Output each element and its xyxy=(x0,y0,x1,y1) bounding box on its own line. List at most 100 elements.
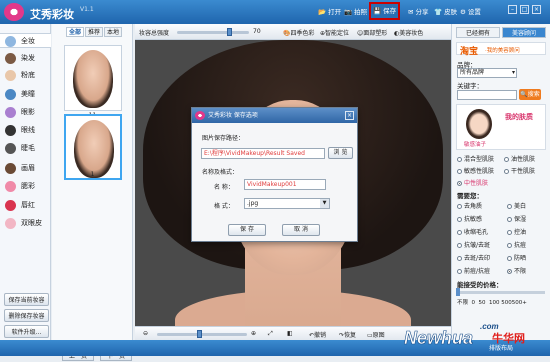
strength-slider-knob[interactable] xyxy=(227,28,232,36)
minimize-icon[interactable]: – xyxy=(508,5,517,14)
zoom-slider-knob[interactable] xyxy=(197,330,202,338)
taobao-logo: 淘宝 xyxy=(460,47,479,57)
fit-window-icon[interactable]: ⤢ xyxy=(268,330,273,338)
settings-button[interactable]: ⚙ 设置 xyxy=(460,5,481,19)
sidebar-item-eyeshadow[interactable]: 眼影 xyxy=(0,105,51,120)
tab-owned[interactable]: 已经拥有 xyxy=(456,27,500,38)
format-select[interactable]: .jpg ▼ xyxy=(244,198,330,209)
needs-label: 需要您： xyxy=(457,192,483,200)
strength-slider[interactable] xyxy=(177,28,249,36)
restore-button[interactable]: ↷恢复 xyxy=(339,330,356,339)
category-sidebar: 全妆 染发 粉底 美瞳 眼影 眼线 睫毛 画眉 腮彩 唇红 双眼皮 保存当前妆容… xyxy=(0,24,51,356)
brand-select[interactable]: 所有品牌 ▾ xyxy=(457,68,517,78)
need-radio[interactable]: 去斑/去印 xyxy=(457,253,490,262)
need-radio[interactable]: 控油 xyxy=(507,227,526,236)
delete-saved-makeup-button[interactable]: 删除保存妆容 xyxy=(4,309,49,322)
skin-type-radio[interactable]: 油性肌肤 xyxy=(504,154,535,163)
sidebar-item-foundation[interactable]: 粉底 xyxy=(0,68,51,83)
double-eyelid-icon xyxy=(5,218,16,229)
smart-locate-button[interactable]: ⊕智能定位 xyxy=(320,28,349,37)
upgrade-button[interactable]: 软件升级... xyxy=(4,325,49,338)
sidebar-item-eyebrow[interactable]: 画眉 xyxy=(0,161,51,176)
need-radio[interactable]: 前痘/抗痘 xyxy=(457,266,490,275)
sidebar-item-blush[interactable]: 腮彩 xyxy=(0,179,51,194)
radio-icon xyxy=(507,256,512,261)
need-radio[interactable]: 去角质 xyxy=(457,201,482,210)
need-radio[interactable]: 美白 xyxy=(507,201,526,210)
need-radio-selected[interactable]: 不限 xyxy=(507,266,526,275)
dialog-cancel-button[interactable]: 取 消 xyxy=(282,224,320,236)
take-photo-button[interactable]: 📷 拍照 xyxy=(344,5,367,19)
face-shape-button[interactable]: ☺面部塑形 xyxy=(357,28,387,37)
strength-label: 妆容总强度 xyxy=(139,30,170,37)
sidebar-item-double-eyelid[interactable]: 双眼皮 xyxy=(0,216,51,231)
avatar xyxy=(466,109,492,139)
radio-icon xyxy=(457,269,462,274)
need-radio[interactable]: 防晒 xyxy=(507,253,526,262)
price-slider-knob[interactable] xyxy=(456,288,460,296)
need-radio[interactable]: 抗痘 xyxy=(507,240,526,249)
template-number: 1 xyxy=(90,171,95,178)
hair-dye-icon xyxy=(5,53,16,64)
tab-beauty-advisor[interactable]: 美容顾问 xyxy=(502,27,546,38)
sidebar-item-contact-lens[interactable]: 美瞳 xyxy=(0,87,51,102)
zoom-slider[interactable] xyxy=(157,330,247,338)
name-format-label: 名称及格式： xyxy=(202,169,239,176)
dialog-title-bar: 艾秀彩妆 保存选项 × xyxy=(192,108,357,123)
sidebar-item-lipstick[interactable]: 唇红 xyxy=(0,198,51,213)
radio-icon xyxy=(507,217,512,222)
undo-button[interactable]: ↶撤销 xyxy=(309,330,326,339)
file-name-field[interactable]: VividMakeup001 xyxy=(244,179,326,190)
skin-button[interactable]: 👕 皮肤 xyxy=(434,5,457,19)
skin-type-radio[interactable]: 敏感性肌肤 xyxy=(457,166,494,175)
search-button[interactable]: 🔍搜索 xyxy=(519,89,541,100)
radio-icon xyxy=(457,230,462,235)
beauty-advisor-panel: 已经拥有 美容顾问 淘宝 ·我的美容顾问 品牌： 所有品牌 ▾ 关键字： 🔍搜索 … xyxy=(451,24,550,340)
zoom-in-icon[interactable]: ⊕ xyxy=(251,330,256,337)
need-radio[interactable]: 抗敏感 xyxy=(457,214,482,223)
original-image-button[interactable]: ▭原图 xyxy=(367,330,385,339)
template-thumbnail[interactable] xyxy=(64,45,122,111)
template-list: 全部 推荐 本地 11 1 上一页 下一页 xyxy=(52,24,133,361)
title-bar: 艾秀彩妆 V1.1 📂 打开 📷 拍照 💾 保存 ✉ 分享 👕 皮肤 ⚙ 设置 … xyxy=(0,0,550,24)
save-current-makeup-button[interactable]: 保存当前妆容 xyxy=(4,293,49,306)
dialog-close-icon[interactable]: × xyxy=(345,111,354,120)
tab-local[interactable]: 本地 xyxy=(104,27,122,37)
skin-type-radio[interactable]: 混合型肌肤 xyxy=(457,154,494,163)
need-radio[interactable]: 保湿 xyxy=(507,214,526,223)
price-label: 能接受的价格： xyxy=(457,281,503,289)
save-path-field[interactable]: E:\程序\VividMakeup\Result Saved xyxy=(201,148,325,159)
skin-profile-card: 敏感油子 我的肤质 xyxy=(456,104,546,150)
radio-checked-icon xyxy=(457,181,462,186)
sidebar-item-full-makeup[interactable]: 全妆 xyxy=(0,33,51,48)
keyword-input[interactable] xyxy=(457,90,517,100)
skin-type-radio-selected[interactable]: 中性肌肤 xyxy=(457,178,488,187)
eyeshadow-icon xyxy=(5,107,16,118)
tab-all[interactable]: 全部 xyxy=(66,27,84,37)
sidebar-item-eyelash[interactable]: 睫毛 xyxy=(0,141,51,156)
need-radio[interactable]: 抗皱/去斑 xyxy=(457,240,490,249)
open-button[interactable]: 📂 打开 xyxy=(318,5,341,19)
sidebar-item-eyeliner[interactable]: 眼线 xyxy=(0,123,51,138)
zoom-out-icon[interactable]: ⊖ xyxy=(143,330,148,337)
template-face-image xyxy=(74,120,114,178)
share-button[interactable]: ✉ 分享 xyxy=(408,5,429,19)
chevron-down-icon: ▼ xyxy=(320,199,329,208)
makeup-color-button[interactable]: ◐美容妆色 xyxy=(394,28,423,37)
eyelash-icon xyxy=(5,143,16,154)
tab-recommended[interactable]: 推荐 xyxy=(85,27,103,37)
chevron-down-icon: ▾ xyxy=(511,69,515,76)
save-button[interactable]: 💾 保存 xyxy=(369,2,401,20)
compare-icon[interactable]: ◧ xyxy=(287,330,293,337)
price-slider[interactable] xyxy=(456,288,545,296)
skin-type-radio[interactable]: 干性肌肤 xyxy=(504,166,535,175)
eyebrow-icon xyxy=(5,163,16,174)
sidebar-item-hair-dye[interactable]: 染发 xyxy=(0,51,51,66)
need-radio[interactable]: 收缩毛孔 xyxy=(457,227,488,236)
browse-button[interactable]: 浏 览 xyxy=(328,147,353,159)
dialog-save-button[interactable]: 保 存 xyxy=(228,224,266,236)
radio-icon xyxy=(504,157,509,162)
maximize-icon[interactable]: □ xyxy=(520,5,529,14)
four-season-button[interactable]: 🎨四季色彩 xyxy=(283,28,315,37)
close-icon[interactable]: × xyxy=(532,5,541,14)
